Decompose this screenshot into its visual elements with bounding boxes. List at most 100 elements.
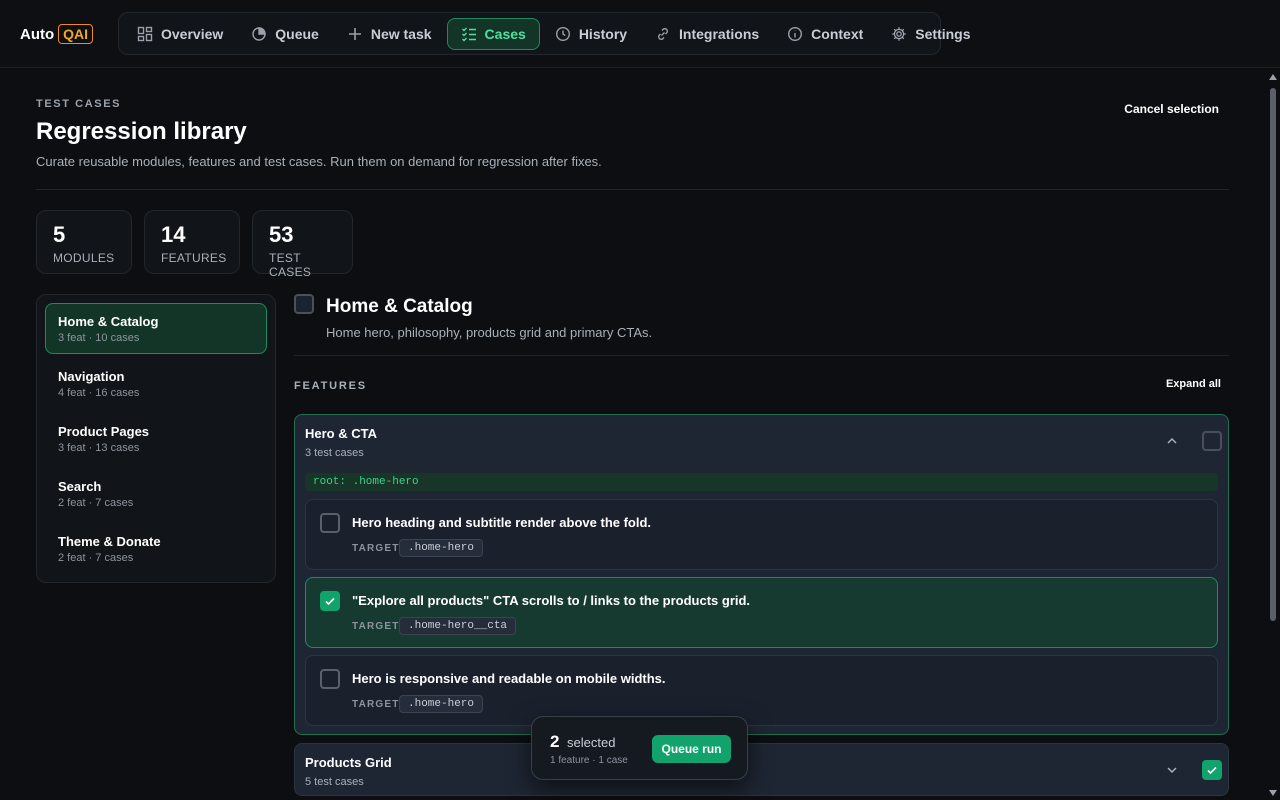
selected-word: selected bbox=[567, 735, 616, 750]
selection-bar: 2 selected 1 feature · 1 case Queue run bbox=[531, 716, 748, 780]
main-nav: Overview Queue New task Cases History In… bbox=[118, 12, 971, 55]
stat-features: 14 FEATURES bbox=[144, 210, 240, 274]
test-case-row[interactable]: "Explore all products" CTA scrolls to / … bbox=[305, 577, 1218, 648]
module-item-product-pages[interactable]: Product Pages 3 feat · 13 cases bbox=[45, 413, 267, 464]
grid-icon bbox=[137, 26, 153, 41]
nav-label: New task bbox=[370, 25, 432, 42]
nav-label: Settings bbox=[915, 25, 971, 42]
nav-label: Context bbox=[811, 25, 864, 42]
stat-label: FEATURES bbox=[161, 251, 227, 265]
top-bar: Auto QAI Overview Queue New task Cases H… bbox=[0, 0, 1280, 68]
module-name: Search bbox=[58, 479, 102, 494]
module-meta: 4 feat · 16 cases bbox=[58, 387, 140, 399]
nav-label: Queue bbox=[275, 25, 319, 42]
scrollbar[interactable] bbox=[1266, 68, 1280, 800]
test-case-checkbox[interactable] bbox=[320, 591, 340, 611]
module-item-navigation[interactable]: Navigation 4 feat · 16 cases bbox=[45, 358, 267, 409]
feature-select-checkbox[interactable] bbox=[1202, 760, 1222, 780]
feature-name: Products Grid bbox=[305, 755, 392, 770]
module-name: Home & Catalog bbox=[58, 314, 159, 329]
nav-label: Cases bbox=[484, 25, 526, 42]
features-heading: FEATURES bbox=[294, 380, 367, 392]
nav-context[interactable]: Context bbox=[774, 18, 876, 50]
target-selector: .home-hero__cta bbox=[399, 617, 517, 635]
module-meta: 3 feat · 13 cases bbox=[58, 442, 140, 454]
feature-card-hero-cta: Hero & CTA 3 test cases root: .home-hero… bbox=[294, 414, 1229, 735]
page-subtitle: Curate reusable modules, features and te… bbox=[36, 154, 602, 169]
scroll-down-arrow[interactable] bbox=[1269, 790, 1277, 796]
stat-label: TEST CASES bbox=[269, 251, 312, 279]
brand-qai: QAI bbox=[58, 24, 94, 44]
nav-queue[interactable]: Queue bbox=[238, 18, 332, 50]
nav-history[interactable]: History bbox=[542, 18, 640, 50]
header-divider bbox=[36, 189, 1229, 190]
link-icon bbox=[658, 27, 669, 40]
module-name: Product Pages bbox=[58, 424, 150, 439]
feature-card-products-grid[interactable]: Products Grid 5 test cases bbox=[294, 743, 1229, 796]
cancel-selection-button[interactable]: Cancel selection bbox=[1124, 102, 1219, 116]
expand-all-button[interactable]: Expand all bbox=[1166, 378, 1221, 390]
feature-case-count: 3 test cases bbox=[305, 447, 364, 459]
checkmark-icon bbox=[325, 597, 335, 606]
module-title: Home & Catalog bbox=[326, 296, 473, 317]
nav-integrations[interactable]: Integrations bbox=[642, 18, 772, 50]
stat-number: 53 bbox=[269, 222, 294, 247]
nav-label: Integrations bbox=[679, 25, 760, 42]
plus-icon bbox=[348, 27, 361, 40]
nav-overview[interactable]: Overview bbox=[124, 18, 236, 50]
checklist-icon bbox=[461, 27, 476, 41]
module-description: Home hero, philosophy, products grid and… bbox=[326, 325, 653, 340]
module-sidebar: Home & Catalog 3 feat · 10 cases Navigat… bbox=[36, 294, 276, 583]
queue-icon bbox=[252, 26, 266, 41]
selected-count: 2 bbox=[550, 732, 560, 751]
test-case-row[interactable]: Hero heading and subtitle render above t… bbox=[305, 499, 1218, 570]
target-selector: .home-hero bbox=[399, 539, 484, 557]
test-case-checkbox[interactable] bbox=[320, 513, 340, 533]
module-item-home-catalog[interactable]: Home & Catalog 3 feat · 10 cases bbox=[45, 303, 267, 354]
stat-label: MODULES bbox=[53, 251, 115, 265]
chevron-up-icon[interactable] bbox=[1166, 435, 1178, 447]
module-name: Navigation bbox=[58, 369, 125, 384]
target-label: TARGET bbox=[352, 699, 400, 710]
module-select-checkbox[interactable] bbox=[294, 294, 314, 314]
chevron-down-icon[interactable] bbox=[1166, 764, 1178, 776]
target-label: TARGET bbox=[352, 621, 400, 632]
module-item-search[interactable]: Search 2 feat · 7 cases bbox=[45, 468, 267, 519]
checkmark-icon bbox=[1207, 766, 1217, 775]
test-case-title: Hero heading and subtitle render above t… bbox=[352, 515, 652, 530]
info-icon bbox=[788, 26, 803, 41]
feature-select-checkbox[interactable] bbox=[1202, 431, 1222, 451]
test-case-checkbox[interactable] bbox=[320, 669, 340, 689]
selection-summary: 1 feature · 1 case bbox=[550, 755, 628, 766]
queue-run-button[interactable]: Queue run bbox=[652, 735, 731, 763]
brand-logo[interactable]: Auto QAI bbox=[20, 24, 94, 44]
stat-modules: 5 MODULES bbox=[36, 210, 132, 274]
nav-cases[interactable]: Cases bbox=[446, 17, 540, 50]
clock-icon bbox=[555, 26, 570, 41]
feature-name: Hero & CTA bbox=[305, 426, 377, 441]
nav-new-task[interactable]: New task bbox=[334, 18, 445, 50]
target-selector: .home-hero bbox=[399, 695, 484, 713]
target-label: TARGET bbox=[352, 543, 400, 554]
module-name: Theme & Donate bbox=[58, 534, 161, 549]
scrollbar-thumb[interactable] bbox=[1270, 88, 1276, 621]
page-title: Regression library bbox=[36, 118, 247, 145]
nav-label: History bbox=[578, 25, 628, 42]
module-item-theme-donate[interactable]: Theme & Donate 2 feat · 7 cases bbox=[45, 523, 267, 574]
stat-number: 14 bbox=[161, 222, 186, 247]
module-meta: 3 feat · 10 cases bbox=[58, 332, 140, 344]
feature-case-count: 5 test cases bbox=[305, 776, 364, 788]
module-meta: 2 feat · 7 cases bbox=[58, 552, 134, 564]
brand-auto: Auto bbox=[20, 25, 55, 43]
stat-test-cases: 53 TEST CASES bbox=[252, 210, 353, 279]
page-eyebrow: TEST CASES bbox=[36, 98, 122, 110]
stat-number: 5 bbox=[53, 222, 66, 247]
nav-label: Overview bbox=[161, 25, 224, 42]
scroll-up-arrow[interactable] bbox=[1269, 74, 1277, 80]
module-divider bbox=[294, 355, 1229, 356]
test-case-title: "Explore all products" CTA scrolls to / … bbox=[352, 593, 751, 608]
nav-settings[interactable]: Settings bbox=[878, 18, 983, 50]
test-case-row[interactable]: Hero is responsive and readable on mobil… bbox=[305, 655, 1218, 726]
feature-root-selector: root: .home-hero bbox=[305, 473, 1218, 491]
gear-icon bbox=[892, 26, 907, 41]
